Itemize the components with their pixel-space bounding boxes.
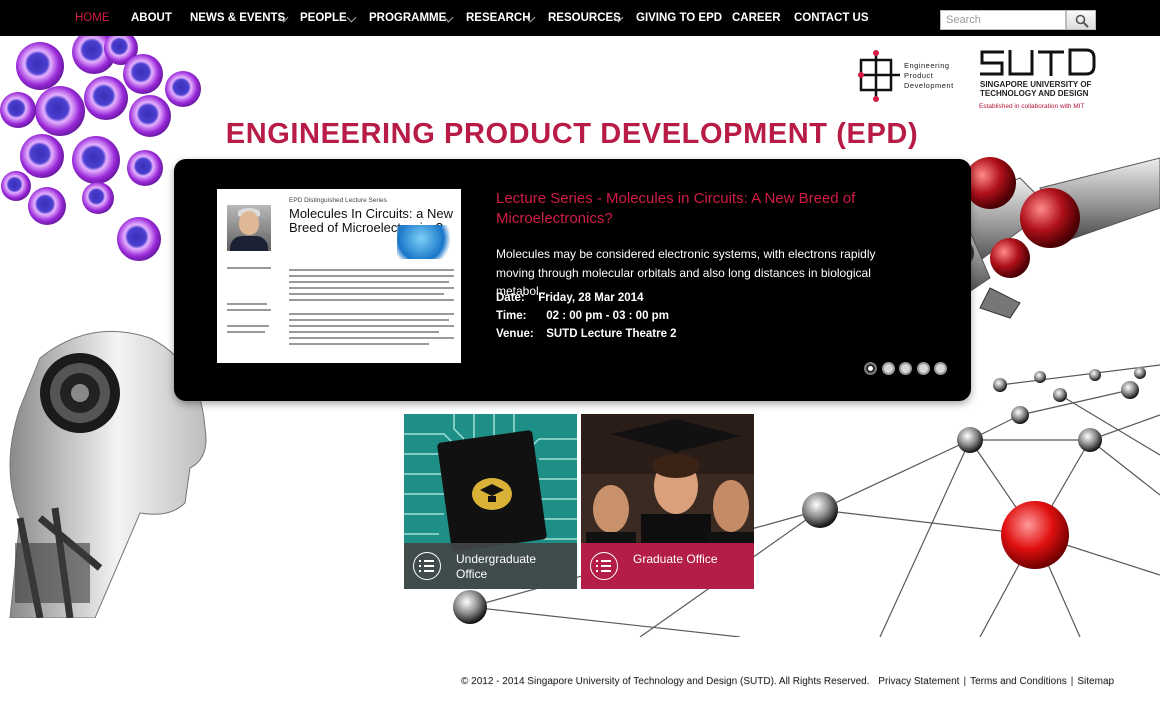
search-input[interactable] bbox=[940, 10, 1066, 30]
epd-logo-line: Engineering bbox=[904, 61, 950, 70]
epd-logo-line: Product bbox=[904, 71, 934, 80]
poster-text-line bbox=[289, 319, 449, 321]
page-title: ENGINEERING PRODUCT DEVELOPMENT (EPD) bbox=[225, 118, 919, 150]
poster-text-line bbox=[227, 309, 271, 311]
sutd-logo[interactable]: SINGAPORE UNIVERSITY OF TECHNOLOGY AND D… bbox=[978, 48, 1098, 114]
list-icon bbox=[590, 552, 618, 580]
epd-logo-line: Development bbox=[904, 81, 954, 90]
time-label: Time: bbox=[496, 310, 527, 322]
poster-text-line bbox=[227, 325, 269, 327]
nav-item-research[interactable]: RESEARCH bbox=[466, 0, 531, 36]
slide-title-link[interactable]: Lecture Series - Molecules in Circuits: … bbox=[496, 189, 916, 229]
terms-and-conditions-link[interactable]: Terms and Conditions bbox=[970, 676, 1067, 687]
graduate-office-label: Graduate Office bbox=[633, 552, 718, 566]
sutd-logo-line: TECHNOLOGY AND DESIGN bbox=[980, 89, 1089, 98]
copyright-text: © 2012 - 2014 Singapore University of Te… bbox=[461, 676, 870, 687]
nav-item-contact-us[interactable]: CONTACT US bbox=[794, 0, 869, 36]
lecture-poster-image[interactable]: EPD Distinguished Lecture Series Molecul… bbox=[217, 189, 461, 363]
nav-item-programme[interactable]: PROGRAMME bbox=[369, 0, 446, 36]
footer-separator: | bbox=[963, 676, 967, 687]
poster-text-line bbox=[289, 299, 454, 301]
poster-text-line bbox=[289, 325, 454, 327]
graduate-office-bar: Graduate Office bbox=[581, 543, 754, 589]
poster-text-line bbox=[289, 281, 449, 283]
nav-item-resources[interactable]: RESOURCES bbox=[548, 0, 621, 36]
poster-text-line bbox=[289, 313, 454, 315]
slider-dot-2[interactable] bbox=[881, 362, 895, 375]
nav-item-giving-to-epd[interactable]: GIVING TO EPD bbox=[636, 0, 722, 36]
poster-text-line bbox=[289, 337, 454, 339]
sitemap-link[interactable]: Sitemap bbox=[1077, 676, 1114, 687]
event-date: Date: Friday, 28 Mar 2014 bbox=[496, 292, 796, 304]
poster-text-line bbox=[289, 343, 429, 345]
search-button[interactable] bbox=[1066, 10, 1096, 30]
time-value: 02 : 00 pm - 03 : 00 pm bbox=[546, 310, 669, 322]
poster-text-line bbox=[289, 269, 454, 271]
slider-dot-4[interactable] bbox=[916, 362, 930, 375]
epd-logo[interactable]: Engineering Product Development bbox=[858, 50, 970, 104]
sutd-logo-line: SINGAPORE UNIVERSITY OF bbox=[980, 80, 1092, 89]
venue-label: Venue: bbox=[496, 328, 534, 340]
undergraduate-office-bar: Undergraduate Office bbox=[404, 543, 577, 589]
slider-dot-5[interactable] bbox=[934, 362, 947, 375]
sutd-collab-text: Established in collaboration with MIT bbox=[979, 103, 1085, 110]
poster-text-line bbox=[289, 287, 454, 289]
event-slider: EPD Distinguished Lecture Series Molecul… bbox=[174, 159, 971, 401]
speaker-photo bbox=[227, 205, 271, 251]
poster-series: EPD Distinguished Lecture Series bbox=[289, 197, 387, 204]
event-venue: Venue: SUTD Lecture Theatre 2 bbox=[496, 328, 796, 340]
epd-logo-mark bbox=[858, 50, 900, 102]
graduate-office-tile[interactable]: Graduate Office bbox=[581, 414, 754, 589]
molecule-graphic bbox=[397, 225, 457, 259]
privacy-statement-link[interactable]: Privacy Statement bbox=[878, 676, 959, 687]
poster-text-line bbox=[289, 275, 454, 277]
poster-text-line bbox=[289, 331, 439, 333]
date-label: Date: bbox=[496, 292, 525, 304]
speaker-suit bbox=[230, 236, 268, 251]
sutd-wordmark bbox=[980, 48, 1096, 76]
list-icon bbox=[413, 552, 441, 580]
chevron-down-icon[interactable] bbox=[346, 12, 357, 23]
undergraduate-office-label: Undergraduate Office bbox=[456, 552, 537, 581]
event-time: Time: 02 : 00 pm - 03 : 00 pm bbox=[496, 310, 796, 322]
footer-separator: | bbox=[1070, 676, 1074, 687]
poster-text-line bbox=[289, 293, 444, 295]
top-navigation-bar: HOME ABOUT NEWS & EVENTS PEOPLE PROGRAMM… bbox=[0, 0, 1160, 36]
speaker-face bbox=[239, 211, 259, 235]
poster-text-line bbox=[227, 331, 265, 333]
footer: © 2012 - 2014 Singapore University of Te… bbox=[461, 676, 1114, 687]
venue-value: SUTD Lecture Theatre 2 bbox=[546, 328, 677, 340]
poster-text-line bbox=[227, 267, 271, 269]
slider-dot-3[interactable] bbox=[899, 362, 912, 375]
nav-item-people[interactable]: PEOPLE bbox=[300, 0, 347, 36]
magnifier-icon bbox=[1075, 14, 1089, 28]
poster-text-line bbox=[227, 303, 267, 305]
undergraduate-office-tile[interactable]: Undergraduate Office bbox=[404, 414, 577, 589]
nav-item-news-events[interactable]: NEWS & EVENTS bbox=[190, 0, 285, 36]
slider-dot-1[interactable] bbox=[864, 362, 877, 375]
nav-item-about[interactable]: ABOUT bbox=[131, 0, 172, 36]
nav-item-career[interactable]: CAREER bbox=[732, 0, 781, 36]
date-value: Friday, 28 Mar 2014 bbox=[538, 292, 644, 304]
epd-logo-text: Engineering Product Development bbox=[904, 61, 954, 91]
sutd-logo-text: SINGAPORE UNIVERSITY OF TECHNOLOGY AND D… bbox=[980, 80, 1091, 98]
slider-pagination bbox=[864, 362, 954, 378]
nav-item-home[interactable]: HOME bbox=[75, 0, 110, 36]
